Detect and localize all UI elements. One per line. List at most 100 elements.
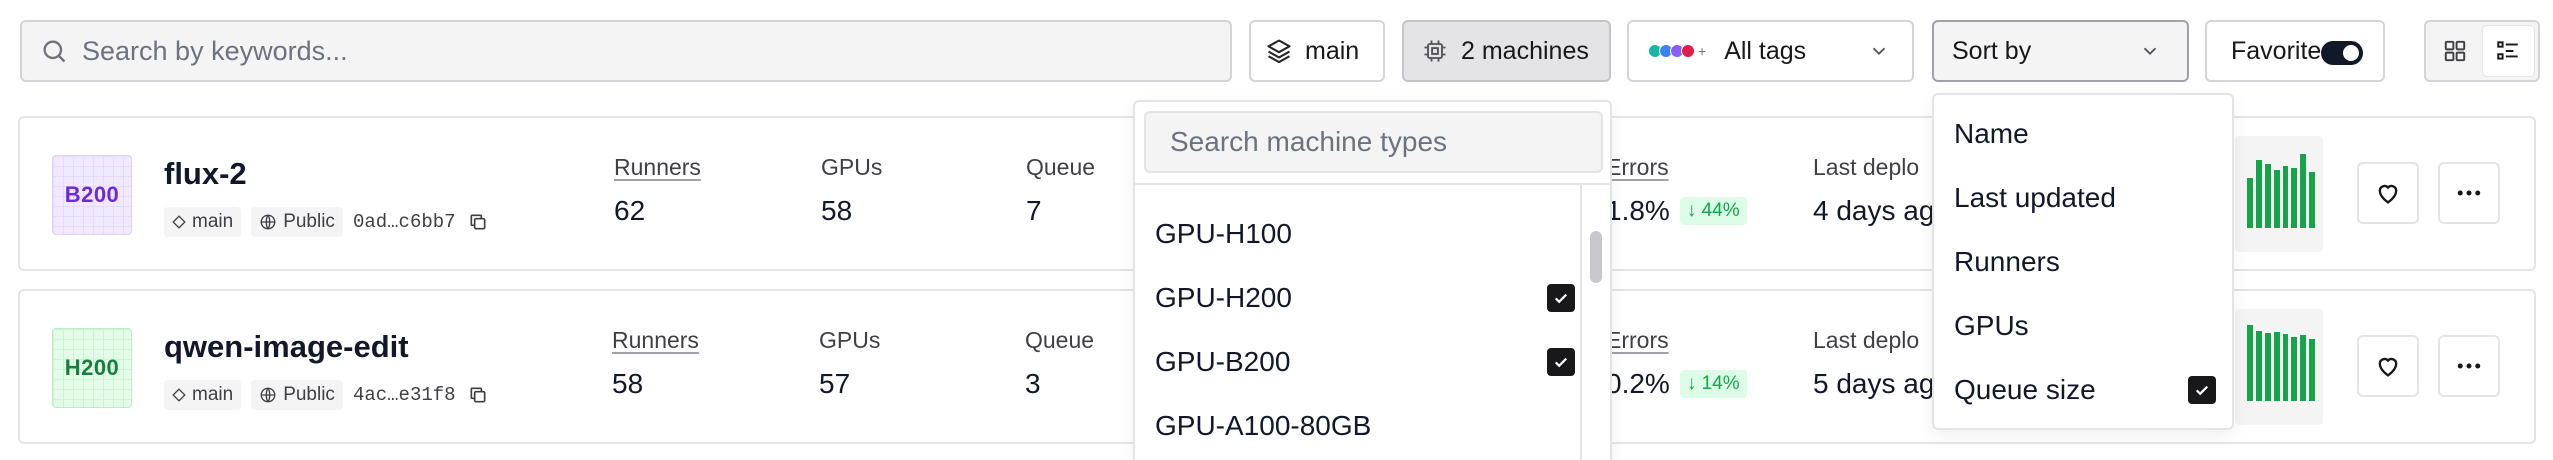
more-options-button[interactable] (2438, 162, 2500, 224)
sparkline-bar (2264, 333, 2271, 401)
layers-icon (1267, 39, 1291, 64)
sort-option[interactable]: GPUs (1954, 301, 2216, 351)
delta-badge: ↓ 44% (1679, 197, 1747, 225)
gpu-badge: H200 (52, 328, 132, 408)
sort-option[interactable]: Name (1954, 109, 2216, 159)
favorite-button[interactable] (2357, 162, 2419, 224)
app-meta: main Public 0ad…c6bb7 (164, 207, 488, 237)
stat-gpus: GPUs 57 (819, 327, 880, 400)
sparkline-bar (2255, 160, 2262, 228)
stat-last-deploy: Last deplo 4 days ag (1813, 154, 1934, 227)
sparkline-bar (2291, 337, 2298, 401)
scrollbar-thumb[interactable] (1590, 231, 1602, 283)
machines-filter-label: 2 machines (1461, 36, 1589, 65)
favorites-toggle[interactable]: Favorites (2205, 20, 2385, 82)
branch-filter-button[interactable]: main (1249, 20, 1385, 82)
sort-by-button[interactable]: Sort by (1932, 20, 2189, 82)
stat-label: Queue (1026, 154, 1096, 180)
copy-icon[interactable] (468, 385, 488, 405)
checkbox-checked-icon[interactable] (1547, 348, 1575, 376)
sort-option[interactable]: Last updated (1954, 173, 2216, 223)
globe-icon (260, 214, 276, 230)
activity-sparkline (2235, 136, 2323, 252)
stat-value-row: 1.8% ↓ 44% (1606, 195, 1747, 227)
machine-option[interactable]: GPU-H200 (1155, 272, 1575, 324)
gpu-badge: B200 (52, 155, 132, 235)
checkbox-checked-icon[interactable] (1547, 284, 1575, 312)
tags-filter-button[interactable]: + All tags (1627, 20, 1914, 82)
search-input[interactable] (82, 35, 1182, 67)
search-bar[interactable] (20, 20, 1232, 82)
copy-icon[interactable] (468, 212, 488, 232)
chevron-down-icon (2143, 47, 2157, 56)
activity-sparkline (2235, 309, 2323, 425)
sparkline-bar (2247, 178, 2253, 228)
sort-option-label: Last updated (1954, 182, 2116, 213)
search-icon (43, 40, 66, 63)
machines-dropdown: GPU-H100 GPU-H200 GPU-B200 GPU-A100-80GB (1133, 100, 1612, 460)
sort-by-label: Sort by (1952, 36, 2032, 65)
stat-label: Last deplo (1813, 327, 1920, 353)
app-name[interactable]: flux-2 (164, 156, 247, 192)
stat-queue: Queue 7 (1026, 154, 1095, 227)
branch-chip: main (164, 207, 242, 237)
stat-value: 58 (821, 195, 853, 226)
commit-hash-text: 0ad…c6bb7 (352, 211, 456, 233)
machines-filter-button[interactable]: 2 machines (1402, 20, 1611, 82)
sparkline-bar (2309, 339, 2315, 401)
globe-icon (260, 387, 276, 403)
list-icon (2497, 41, 2519, 60)
favorites-label: Favorites (2231, 36, 2334, 65)
stat-errors: Errors 1.8% ↓ 44% (1606, 154, 1747, 227)
stat-runners: Runners 58 (612, 327, 699, 400)
commit-hash-text: 4ac…e31f8 (352, 384, 456, 406)
sparkline-bar (2300, 154, 2307, 228)
machine-option[interactable]: GPU-H100 (1155, 208, 1575, 260)
more-options-button[interactable] (2438, 335, 2500, 397)
stat-value: 1.8% (1606, 195, 1670, 226)
sort-option[interactable]: Queue size (1954, 365, 2216, 415)
checkbox-checked-icon[interactable] (2188, 376, 2216, 404)
stat-label: Runners (614, 154, 701, 180)
scrollbar[interactable] (1580, 185, 1610, 460)
stat-value-row: 0.2% ↓ 14% (1606, 368, 1747, 400)
branch-name: main (192, 384, 234, 405)
stat-label: Queue (1025, 327, 1095, 353)
visibility-label: Public (283, 211, 335, 232)
stat-value: 3 (1025, 368, 1041, 399)
visibility-label: Public (283, 384, 335, 405)
machine-type-search-input[interactable] (1144, 111, 1603, 173)
stat-value: 7 (1026, 195, 1042, 226)
sparkline-bar (2273, 170, 2280, 228)
stat-label: Runners (612, 327, 699, 353)
sparkline-bar (2309, 172, 2315, 228)
favorites-switch[interactable] (2321, 41, 2363, 65)
stat-runners: Runners 62 (614, 154, 701, 227)
sparkline-bar (2273, 332, 2280, 401)
machine-option-label: GPU-A100-80GB (1155, 410, 1372, 441)
divider (1135, 183, 1610, 185)
grid-icon (2445, 40, 2466, 62)
list-view-button[interactable] (2481, 25, 2535, 77)
stat-label: Errors (1606, 327, 1669, 353)
tag-plus: + (1698, 43, 1707, 59)
visibility-chip: Public (251, 207, 343, 237)
machine-option[interactable]: GPU-B200 (1155, 336, 1575, 388)
stat-queue: Queue 3 (1025, 327, 1094, 400)
sparkline-bar (2282, 166, 2289, 228)
stat-label: Errors (1606, 154, 1669, 180)
sort-option-label: GPUs (1954, 310, 2029, 341)
sort-option-label: Queue size (1954, 374, 2096, 405)
app-name[interactable]: qwen-image-edit (164, 329, 409, 365)
stat-value: 57 (819, 368, 851, 399)
stat-value: 58 (612, 368, 644, 399)
grid-view-button[interactable] (2429, 25, 2482, 77)
tag-colors (1648, 44, 1695, 58)
machine-option[interactable]: GPU-A100-80GB (1155, 400, 1575, 452)
commit-hash: 4ac…e31f8 (353, 384, 488, 406)
sparkline-bar (2255, 331, 2262, 401)
sort-option[interactable]: Runners (1954, 237, 2216, 287)
sparkline-bar (2282, 334, 2289, 401)
favorite-button[interactable] (2357, 335, 2419, 397)
tag-color-dot (1681, 44, 1695, 58)
